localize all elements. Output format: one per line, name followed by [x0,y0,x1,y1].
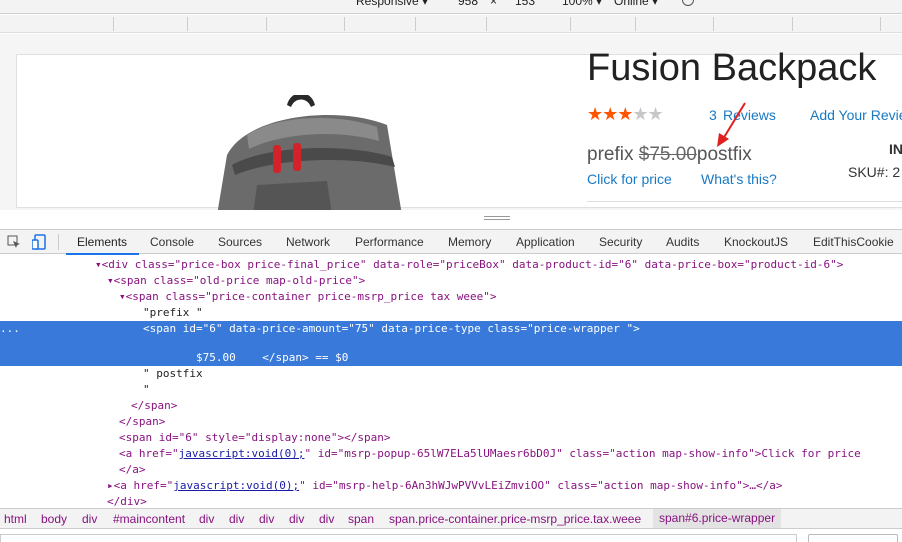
network-select[interactable]: Online ▾ [614,0,658,8]
arrow-annotation-icon [717,102,746,147]
inspect-icon[interactable] [7,235,21,249]
crumb-div[interactable]: div [259,512,274,526]
pane-button[interactable] [808,534,898,542]
swap-icon[interactable]: × [490,0,497,8]
crumb-span[interactable]: span [348,512,374,526]
dom-node-price-wrapper[interactable]: <span id="6" data-price-amount="75" data… [143,321,902,337]
price-prefix: prefix [587,144,634,165]
dom-node-price-box[interactable]: ▾<div class="price-box price-final_price… [95,257,902,273]
dom-text-quote[interactable]: " [143,382,902,398]
dom-text-prefix[interactable]: "prefix " [143,305,902,321]
stock-status: IN [889,141,902,157]
dom-node-help-link[interactable]: ▸<a href="javascript:void(0);" id="msrp-… [107,478,902,494]
device-select[interactable]: Responsive ▾ [356,0,428,8]
crumb-div[interactable]: div [199,512,214,526]
dom-node-old-price[interactable]: ▾<span class="old-price map-old-price"> [107,273,902,289]
devtools-tabbar: Elements Console Sources Network Perform… [0,229,902,255]
crumb-price-container[interactable]: span.price-container.price-msrp_price.ta… [389,512,641,526]
tab-application[interactable]: Application [516,235,575,249]
selected-dom-node[interactable]: ... <span id="6" data-price-amount="75" … [0,321,902,366]
device-toolbar: Responsive ▾ 958 × 153 100% ▾ Online ▾ [0,0,902,14]
device-toggle-icon[interactable] [32,234,46,250]
crumb-price-wrapper[interactable]: span#6.price-wrapper [653,509,782,528]
dom-node-price-value[interactable]: $75.00 </span> == $0 [196,350,902,366]
dom-tree: ▾<div class="price-box price-final_price… [0,255,902,508]
tab-audits[interactable]: Audits [666,235,699,249]
crumb-div[interactable]: div [319,512,334,526]
crumb-div[interactable]: div [82,512,97,526]
product-title: Fusion Backpack [587,47,877,89]
tab-elements[interactable]: Elements [77,235,127,249]
styles-pane-edge [0,530,902,542]
crumb-body[interactable]: body [41,512,67,526]
tab-sources[interactable]: Sources [218,235,262,249]
resize-handle[interactable] [484,216,510,223]
dom-close-span[interactable]: </span> [131,398,902,414]
dom-node-click-for-price-link[interactable]: <a href="javascript:void(0);" id="msrp-p… [119,446,902,462]
dom-close-span[interactable]: </span> [119,414,902,430]
whats-this-link[interactable]: What's this? [701,171,777,187]
old-price: $75.00 [638,144,697,165]
viewport-height-input[interactable]: 153 [515,0,535,8]
rating-stars-filled: ★★★ [587,104,633,124]
dom-node-hidden-span[interactable]: <span id="6" style="display:none"></span… [119,430,902,446]
breadcrumb: html body div #maincontent div div div d… [0,508,902,529]
crumb-html[interactable]: html [4,512,27,526]
rotate-icon[interactable] [682,0,694,6]
crumb-div[interactable]: div [289,512,304,526]
click-for-price-link[interactable]: Click for price [587,171,672,187]
dom-node-price-container[interactable]: ▾<span class="price-container price-msrp… [119,289,902,305]
backpack-image [217,95,402,210]
tab-memory[interactable]: Memory [448,235,491,249]
crumb-div[interactable]: div [229,512,244,526]
rating-stars: ★★★★★ [587,104,664,125]
tab-network[interactable]: Network [286,235,330,249]
page-viewport: Fusion Backpack ★★★★★ 3 Reviews Add Your… [0,34,902,210]
crumb-maincontent[interactable]: #maincontent [113,512,185,526]
sku-label: SKU#: 2 [848,164,901,180]
tab-editthiscookie[interactable]: EditThisCookie [813,235,894,249]
tab-performance[interactable]: Performance [355,235,424,249]
product-page: Fusion Backpack ★★★★★ 3 Reviews Add Your… [16,47,902,210]
dom-close-a[interactable]: </a> [119,462,902,478]
divider [587,201,902,202]
rating-stars-empty: ★★ [632,104,663,124]
add-review-link[interactable]: Add Your Revie [810,107,902,123]
zoom-select[interactable]: 100% ▾ [562,0,602,8]
viewport-width-input[interactable]: 958 [458,0,478,8]
tab-knockoutjs[interactable]: KnockoutJS [724,235,788,249]
dom-text-postfix[interactable]: " postfix [143,366,902,382]
media-query-ruler [0,15,902,33]
filter-input[interactable] [0,534,797,542]
tab-console[interactable]: Console [150,235,194,249]
tab-security[interactable]: Security [599,235,642,249]
